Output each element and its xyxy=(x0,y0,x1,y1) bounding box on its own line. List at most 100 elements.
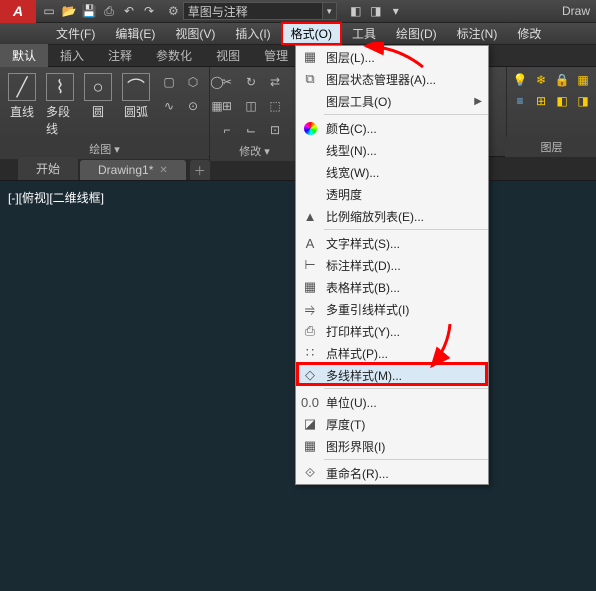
menu-view[interactable]: 视图(V) xyxy=(165,22,225,45)
layer-icon[interactable]: ⊞ xyxy=(532,92,550,110)
menu-item-mleader[interactable]: ⥤多重引线样式(I) xyxy=(296,298,488,320)
layer-icon[interactable]: ▦ xyxy=(574,71,592,89)
ribbon-tab-annotate[interactable]: 注释 xyxy=(96,44,144,67)
panel-layers: 💡 ❄ 🔒 ▦ ≡ ⊞ ◧ ◨ 图层 xyxy=(506,67,596,157)
saveas-icon[interactable]: ⎙ xyxy=(100,2,118,20)
layer-icon[interactable]: 🔒 xyxy=(553,71,571,89)
rename-icon: ⟐ xyxy=(296,465,324,481)
menu-format[interactable]: 格式(O) xyxy=(281,22,342,45)
menu-item-limits[interactable]: ▦图形界限(I) xyxy=(296,435,488,457)
modify-tool-icon[interactable]: ⬚ xyxy=(264,95,286,117)
menu-item-label: 线宽(W)... xyxy=(324,164,488,181)
modify-tool-icon[interactable]: ⌐ xyxy=(216,119,238,141)
modify-tool-icon[interactable]: ◫ xyxy=(240,95,262,117)
menu-edit[interactable]: 编辑(E) xyxy=(105,22,165,45)
new-icon[interactable]: ▭ xyxy=(40,2,58,20)
menu-item-rename[interactable]: ⟐重命名(R)... xyxy=(296,462,488,484)
close-icon[interactable]: ✕ xyxy=(159,165,167,176)
workspace-input[interactable] xyxy=(183,2,323,20)
menu-item-layer-tools[interactable]: 图层工具(O)▶ xyxy=(296,90,488,112)
layer-icon[interactable]: ❄ xyxy=(532,71,550,89)
app-logo: A xyxy=(0,0,36,23)
tab-drawing[interactable]: Drawing1* ✕ xyxy=(80,160,186,180)
menu-item-lineweight[interactable]: 线宽(W)... xyxy=(296,161,488,183)
menubar: 文件(F) 编辑(E) 视图(V) 插入(I) 格式(O) 工具 绘图(D) 标… xyxy=(0,23,596,45)
ribbon-tab-default[interactable]: 默认 xyxy=(0,44,48,67)
menu-dim[interactable]: 标注(N) xyxy=(447,22,508,45)
point-style-icon: ∷ xyxy=(296,345,324,361)
menu-item-label: 表格样式(B)... xyxy=(324,279,488,296)
menu-item-thickness[interactable]: ◪厚度(T) xyxy=(296,413,488,435)
modify-tool-icon[interactable]: ⌙ xyxy=(240,119,262,141)
polyline-button[interactable]: ⌇多段线 xyxy=(44,71,76,139)
draw-tool-icon[interactable]: ▢ xyxy=(158,71,180,93)
menu-item-layer-state[interactable]: ⧉图层状态管理器(A)... xyxy=(296,68,488,90)
menu-item-transparency[interactable]: 透明度 xyxy=(296,183,488,205)
draw-tool-icon[interactable]: ∿ xyxy=(158,95,180,117)
text-style-icon: A xyxy=(296,236,324,251)
arc-button[interactable]: ⌒圆弧 xyxy=(120,71,152,122)
menu-item-label: 图形界限(I) xyxy=(324,438,488,455)
tab-drawing-label: Drawing1* xyxy=(98,163,153,177)
menu-item-units[interactable]: 0.0单位(U)... xyxy=(296,391,488,413)
menu-item-color[interactable]: 颜色(C)... xyxy=(296,117,488,139)
tab-start[interactable]: 开始 xyxy=(18,157,78,180)
menu-tools[interactable]: 工具 xyxy=(342,22,386,45)
menu-item-dim-style[interactable]: ⊢标注样式(D)... xyxy=(296,254,488,276)
modify-tool-icon[interactable]: ⊞ xyxy=(216,95,238,117)
open-icon[interactable]: 📂 xyxy=(60,2,78,20)
qat-icon-b[interactable]: ◨ xyxy=(367,2,385,20)
layer-icon[interactable]: ≡ xyxy=(511,92,529,110)
ribbon-tab-parametric[interactable]: 参数化 xyxy=(144,44,204,67)
layer-icon[interactable]: ◧ xyxy=(553,92,571,110)
layer-icon[interactable]: ◨ xyxy=(574,92,592,110)
menu-item-table-style[interactable]: ▦表格样式(B)... xyxy=(296,276,488,298)
ribbon-tab-view[interactable]: 视图 xyxy=(204,44,252,67)
panel-modify: ✂ ↻ ⇄ ⊞ ◫ ⬚ ⌐ ⌙ ⊡ 修改 ▾ xyxy=(210,67,300,156)
layer-icon[interactable]: 💡 xyxy=(511,71,529,89)
menu-item-layer[interactable]: ▦图层(L)... xyxy=(296,46,488,68)
menu-draw[interactable]: 绘图(D) xyxy=(386,22,447,45)
draw-tool-icon[interactable]: ⊙ xyxy=(182,95,204,117)
menu-item-label: 重命名(R)... xyxy=(324,465,488,482)
menu-item-label: 比例缩放列表(E)... xyxy=(324,208,488,225)
app-title: Draw xyxy=(562,4,596,18)
modify-tool-icon[interactable]: ✂ xyxy=(216,71,238,93)
undo-icon[interactable]: ↶ xyxy=(120,2,138,20)
menu-item-label: 透明度 xyxy=(324,186,488,203)
line-button[interactable]: ╱直线 xyxy=(6,71,38,122)
menu-item-scale[interactable]: ▲比例缩放列表(E)... xyxy=(296,205,488,227)
menu-item-point-style[interactable]: ∷点样式(P)... xyxy=(296,342,488,364)
modify-tool-icon[interactable]: ⊡ xyxy=(264,119,286,141)
ribbon-tab-insert[interactable]: 插入 xyxy=(48,44,96,67)
tab-add-icon[interactable]: ＋ xyxy=(190,160,210,180)
panel-draw-label[interactable]: 绘图 ▾ xyxy=(0,139,209,159)
circle-button[interactable]: ○圆 xyxy=(82,71,114,122)
menu-item-label: 厚度(T) xyxy=(324,416,488,433)
menu-item-label: 图层状态管理器(A)... xyxy=(324,71,488,88)
menu-item-plot-style[interactable]: ⎙打印样式(Y)... xyxy=(296,320,488,342)
menu-item-label: 线型(N)... xyxy=(324,142,488,159)
menu-item-mline-style[interactable]: ◇多线样式(M)... xyxy=(296,364,488,386)
draw-tool-icon[interactable]: ⬡ xyxy=(182,71,204,93)
menu-item-label: 颜色(C)... xyxy=(324,120,488,137)
panel-modify-label[interactable]: 修改 ▾ xyxy=(210,141,299,161)
modify-tool-icon[interactable]: ⇄ xyxy=(264,71,286,93)
viewport-label[interactable]: [-][俯视][二维线框] xyxy=(8,189,104,206)
menu-insert[interactable]: 插入(I) xyxy=(225,22,280,45)
menu-file[interactable]: 文件(F) xyxy=(46,22,105,45)
menu-item-label: 单位(U)... xyxy=(324,394,488,411)
menu-item-linetype[interactable]: 线型(N)... xyxy=(296,139,488,161)
redo-icon[interactable]: ↷ xyxy=(140,2,158,20)
ribbon-tab-manage[interactable]: 管理 xyxy=(252,44,300,67)
save-icon[interactable]: 💾 xyxy=(80,2,98,20)
scale-icon: ▲ xyxy=(296,209,324,224)
qat-icon-c[interactable]: ▾ xyxy=(387,2,405,20)
modify-tool-icon[interactable]: ↻ xyxy=(240,71,262,93)
menu-item-text-style[interactable]: A文字样式(S)... xyxy=(296,232,488,254)
workspace-dropdown-icon[interactable]: ▼ xyxy=(323,2,337,20)
gear-icon: ⚙ xyxy=(168,4,179,18)
qat-icon-a[interactable]: ◧ xyxy=(347,2,365,20)
panel-layers-label[interactable]: 图层 xyxy=(505,137,596,157)
menu-modify[interactable]: 修改 xyxy=(507,22,551,45)
